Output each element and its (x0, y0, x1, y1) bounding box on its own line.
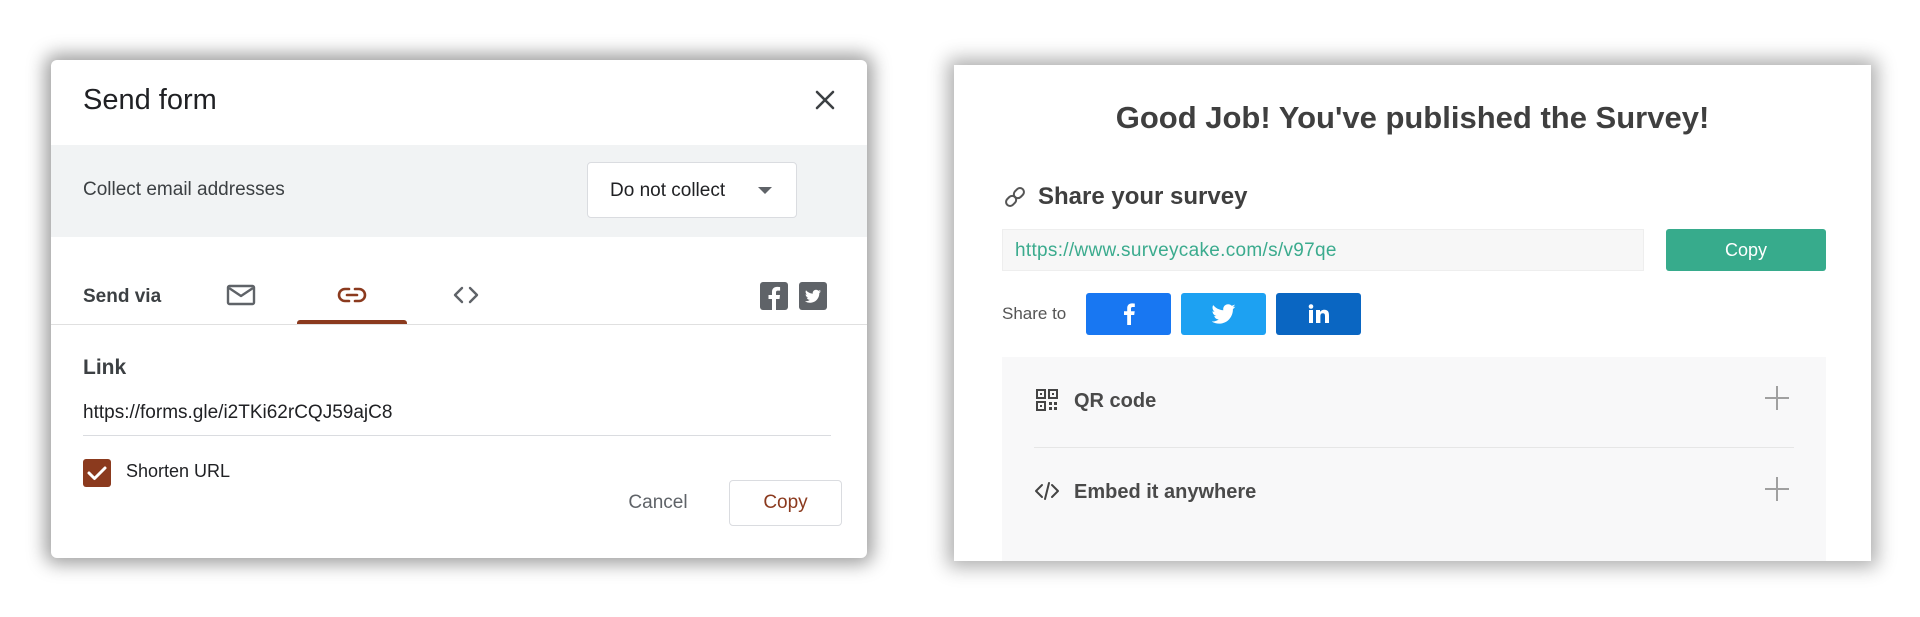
share-facebook-button[interactable] (760, 282, 788, 310)
checkmark-icon (87, 466, 107, 480)
collect-email-value: Do not collect (610, 180, 726, 201)
dialog-title: Send form (83, 84, 217, 116)
share-options-accordion: QR code Embed it anywhere (1002, 357, 1826, 561)
accordion-label-qr-code: QR code (1074, 390, 1157, 412)
link-icon (337, 287, 367, 303)
accordion-item-qr-code[interactable]: QR code (1002, 357, 1826, 447)
tab-link[interactable] (332, 275, 372, 315)
stage: Send form Collect email addresses Do not… (0, 0, 1920, 617)
share-linkedin-button[interactable] (1276, 293, 1361, 335)
tabs-divider (51, 324, 867, 325)
share-survey-heading: Share your survey (1002, 183, 1247, 211)
envelope-icon (226, 284, 256, 306)
share-survey-label: Share your survey (1038, 183, 1248, 210)
twitter-icon (804, 289, 821, 303)
facebook-icon (768, 286, 781, 310)
link-icon (1005, 187, 1025, 207)
copy-link-button[interactable]: Copy (729, 480, 842, 526)
facebook-icon (1123, 303, 1135, 325)
link-heading: Link (83, 356, 127, 379)
send-form-dialog: Send form Collect email addresses Do not… (51, 60, 867, 558)
share-twitter-button[interactable] (799, 282, 827, 310)
dropdown-caret-icon (758, 187, 772, 194)
qr-code-icon (1034, 387, 1060, 413)
survey-url-field[interactable]: https://www.surveycake.com/s/v97qe (1002, 229, 1644, 271)
close-icon (815, 90, 835, 110)
accordion-label-embed: Embed it anywhere (1074, 481, 1257, 503)
collect-email-section: Collect email addresses Do not collect (51, 145, 867, 237)
linkedin-icon (1308, 304, 1329, 323)
plus-icon (1765, 386, 1789, 410)
embed-code-icon (1034, 478, 1060, 504)
embed-code-icon (453, 286, 479, 304)
link-url-field[interactable]: https://forms.gle/i2TKi62rCQJ59ajC8 (83, 395, 831, 436)
share-to-label: Share to (1002, 304, 1067, 323)
accordion-item-embed[interactable]: Embed it anywhere (1002, 448, 1826, 538)
share-facebook-button[interactable] (1086, 293, 1171, 335)
copy-survey-url-button[interactable]: Copy (1666, 229, 1826, 271)
panel-title: Good Job! You've published the Survey! (1115, 100, 1710, 135)
survey-published-panel: Good Job! You've published the Survey! S… (954, 65, 1871, 561)
cancel-button[interactable]: Cancel (613, 480, 703, 526)
share-twitter-button[interactable] (1181, 293, 1266, 335)
shorten-url-checkbox[interactable] (83, 459, 111, 487)
shorten-url-label: Shorten URL (126, 461, 231, 481)
collect-email-select[interactable]: Do not collect (587, 162, 797, 218)
twitter-icon (1211, 304, 1235, 324)
send-via-label: Send via (83, 286, 162, 307)
survey-url-value: https://www.surveycake.com/s/v97qe (1015, 240, 1337, 261)
tab-embed[interactable] (446, 275, 486, 315)
tab-email[interactable] (221, 275, 261, 315)
link-url-value: https://forms.gle/i2TKi62rCQJ59ajC8 (83, 402, 393, 423)
collect-email-label: Collect email addresses (83, 179, 285, 200)
plus-icon (1765, 477, 1789, 501)
close-button[interactable] (807, 82, 843, 118)
